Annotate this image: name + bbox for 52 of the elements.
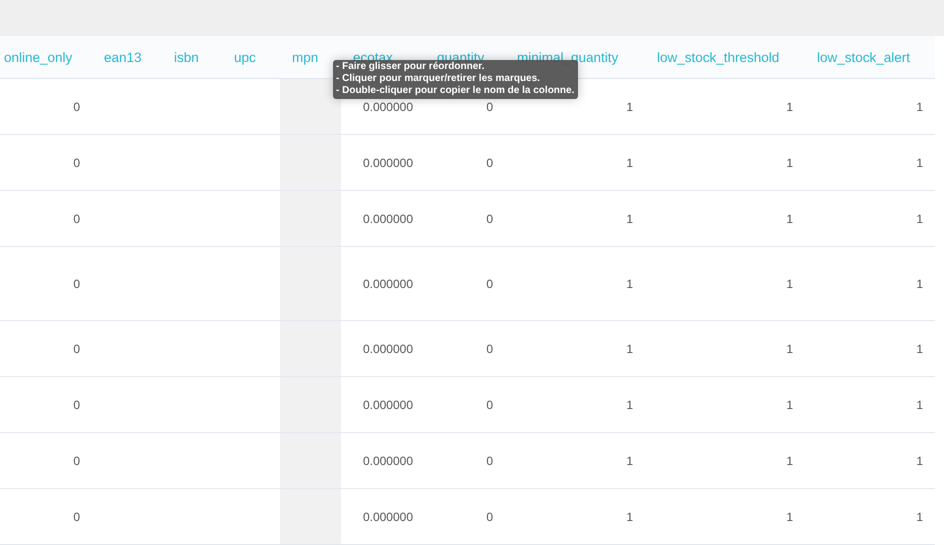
column-header[interactable]: low_stock_threshold — [657, 50, 780, 64]
table-cell: 0 — [425, 191, 505, 247]
table-cell: 0 — [425, 433, 505, 489]
column-header[interactable]: mpn — [292, 50, 318, 64]
table-cell: 1 — [505, 321, 645, 377]
table-cell: 1 — [645, 321, 805, 377]
table-cell: 1 — [805, 79, 935, 135]
table-cell: 0.000000 — [341, 321, 425, 377]
table-cell: 0 — [0, 135, 92, 191]
table-cell: 1 — [805, 191, 935, 247]
table-cell: 0 — [425, 135, 505, 191]
table-cell: 0.000000 — [341, 247, 425, 321]
table-cell: 1 — [645, 191, 805, 247]
table-cell: 0 — [0, 433, 92, 489]
table-cell: 1 — [645, 79, 805, 135]
table-cell: 1 — [805, 247, 935, 321]
table-cell: 0 — [0, 247, 92, 321]
table-cell: 1 — [805, 321, 935, 377]
column-header[interactable]: online_only — [4, 50, 72, 64]
table-cell: 1 — [645, 489, 805, 545]
table-cell: 0 — [0, 191, 92, 247]
table-cell: 0 — [425, 321, 505, 377]
table-cell: 0 — [425, 247, 505, 321]
table-cell: 1 — [505, 433, 645, 489]
table-cell: 1 — [505, 247, 645, 321]
table-cell: 0.000000 — [341, 433, 425, 489]
table-cell: 0.000000 — [341, 135, 425, 191]
column-header[interactable]: low_stock_alert — [817, 50, 910, 64]
table-cell: 1 — [505, 135, 645, 191]
table-cell: 1 — [805, 135, 935, 191]
table-cell: 0 — [0, 377, 92, 433]
table-cell: 0 — [0, 489, 92, 545]
column-header[interactable]: upc — [234, 50, 256, 64]
table-cell: 0.000000 — [341, 489, 425, 545]
table-cell: 0 — [0, 321, 92, 377]
table-cell: 1 — [645, 377, 805, 433]
column-header[interactable]: ean13 — [104, 50, 142, 64]
table-cell: 1 — [645, 247, 805, 321]
column-header[interactable]: isbn — [174, 50, 199, 64]
table-cell: 0 — [0, 79, 92, 135]
table-cell: 1 — [645, 433, 805, 489]
table-cell: 1 — [505, 191, 645, 247]
table-cell: 1 — [805, 433, 935, 489]
table-cell: 0 — [425, 489, 505, 545]
table-cell: 1 — [505, 489, 645, 545]
table-cell: 1 — [805, 377, 935, 433]
table-cell: 0 — [425, 377, 505, 433]
table-cell: 1 — [805, 489, 935, 545]
table-cell: 0.000000 — [341, 377, 425, 433]
table-cell: 1 — [505, 377, 645, 433]
table-cell: 0.000000 — [341, 191, 425, 247]
table-cell: 1 — [645, 135, 805, 191]
